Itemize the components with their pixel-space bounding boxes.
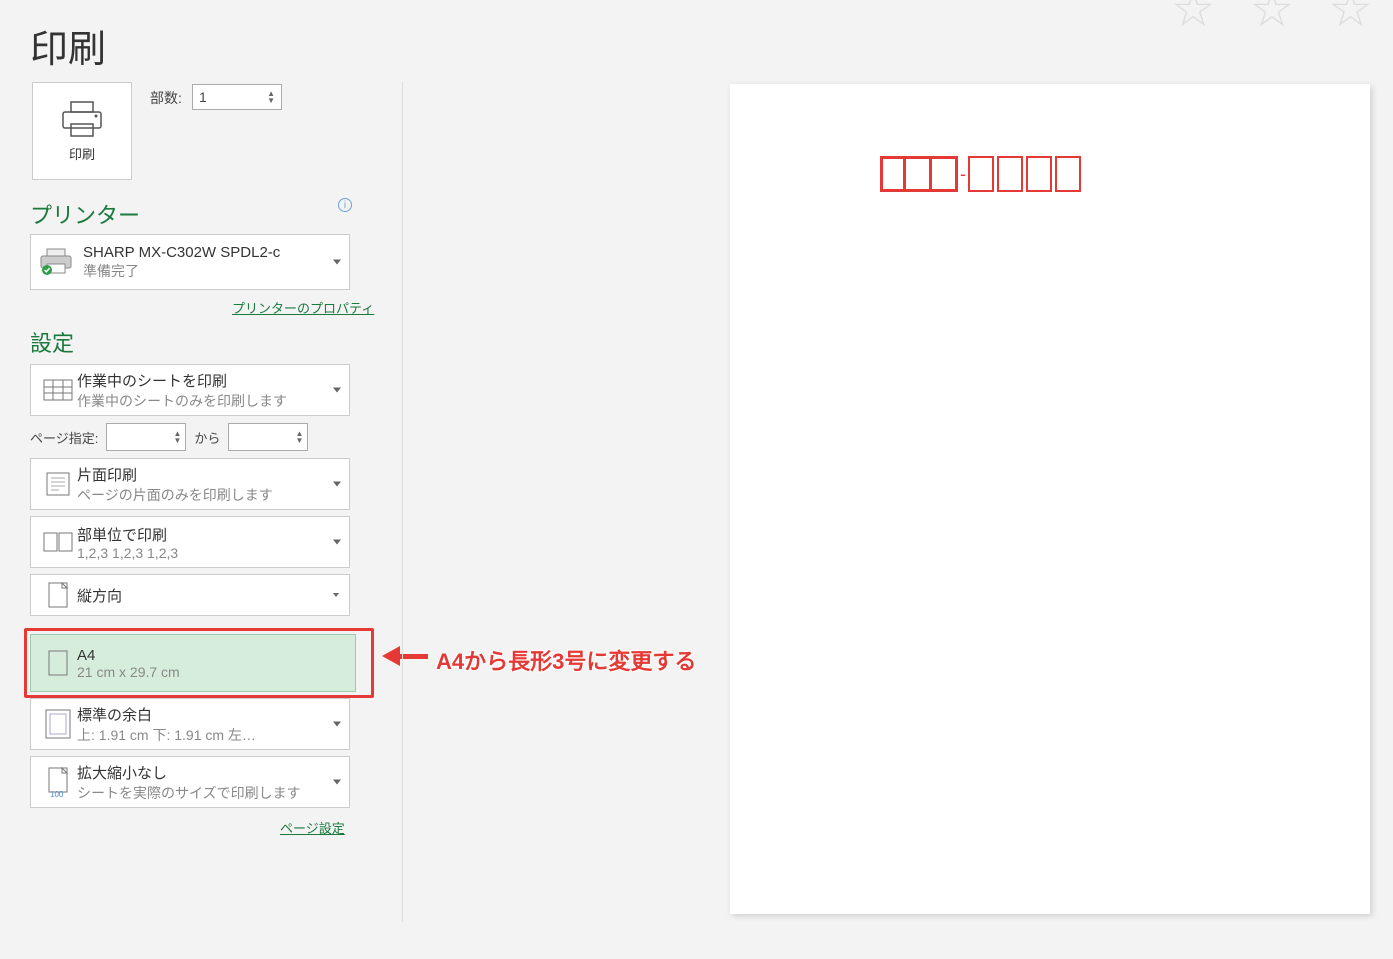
chevron-down-icon [333, 260, 341, 265]
scaling-title: 拡大縮小なし [77, 762, 341, 783]
pages-to-label: から [194, 428, 220, 447]
page-icon [39, 650, 77, 676]
margins-sub: 上: 1.91 cm 下: 1.91 cm 左… [77, 725, 341, 745]
chevron-down-icon [333, 388, 341, 393]
page-title: 印刷 [30, 18, 106, 73]
print-button-label: 印刷 [69, 144, 95, 163]
scaling-sub: シートを実際のサイズで印刷します [77, 783, 341, 803]
print-what-dropdown[interactable]: 作業中のシートを印刷 作業中のシートのみを印刷します [30, 364, 350, 416]
margins-icon [39, 709, 77, 739]
printer-section-title: プリンター [30, 198, 140, 230]
pages-label: ページ指定: [30, 428, 98, 447]
portrait-icon [39, 582, 77, 608]
collate-icon [39, 532, 77, 552]
margins-dropdown[interactable]: 標準の余白 上: 1.91 cm 下: 1.91 cm 左… [30, 698, 350, 750]
orientation-dropdown[interactable]: 縦方向 [30, 574, 350, 616]
print-preview [730, 84, 1370, 914]
print-what-title: 作業中のシートを印刷 [77, 370, 341, 391]
sides-sub: ページの片面のみを印刷します [77, 485, 341, 505]
paper-title: A4 [77, 647, 347, 664]
printer-dropdown[interactable]: SHARP MX-C302W SPDL2-c 準備完了 [30, 234, 350, 290]
sides-dropdown[interactable]: 片面印刷 ページの片面のみを印刷します [30, 458, 350, 510]
copies-value: 1 [199, 89, 207, 105]
collate-dropdown[interactable]: 部単位で印刷 1,2,3 1,2,3 1,2,3 [30, 516, 350, 568]
postal-code-boxes: - [880, 156, 1081, 192]
chevron-down-icon [333, 780, 341, 785]
one-side-icon [39, 471, 77, 497]
info-icon[interactable]: i [338, 198, 352, 212]
decorative-stars: ☆ ☆ ☆ [1171, 0, 1383, 38]
scaling-icon: 100 [39, 767, 77, 797]
printer-large-icon [59, 100, 105, 140]
copies-input[interactable]: 1 ▲▼ [192, 84, 282, 110]
settings-section-title: 設定 [30, 326, 74, 358]
chevron-down-icon [333, 540, 341, 545]
printer-icon [39, 248, 73, 276]
copies-label: 部数: [150, 88, 182, 108]
collate-sub: 1,2,3 1,2,3 1,2,3 [77, 545, 341, 561]
page-setup-link[interactable]: ページ設定 [280, 818, 345, 837]
pages-to-input[interactable]: ▲▼ [228, 423, 308, 451]
sides-title: 片面印刷 [77, 464, 341, 485]
pages-from-input[interactable]: ▲▼ [106, 423, 186, 451]
copies-spinner[interactable]: ▲▼ [267, 90, 275, 104]
print-what-sub: 作業中のシートのみを印刷します [77, 391, 341, 411]
chevron-down-icon [333, 482, 341, 487]
pages-row: ページ指定: ▲▼ から ▲▼ [30, 422, 350, 452]
printer-name: SHARP MX-C302W SPDL2-c [83, 244, 341, 261]
margins-title: 標準の余白 [77, 704, 341, 725]
printer-properties-link[interactable]: プリンターのプロパティ [232, 298, 374, 317]
chevron-down-icon [333, 722, 341, 727]
divider [402, 82, 403, 922]
orientation-title: 縦方向 [77, 585, 341, 606]
collate-title: 部単位で印刷 [77, 524, 341, 545]
annotation-arrow [382, 646, 428, 666]
paper-size-dropdown[interactable]: A4 21 cm x 29.7 cm [30, 634, 356, 692]
sheet-icon [39, 379, 77, 401]
chevron-down-icon [333, 593, 339, 597]
printer-status: 準備完了 [83, 261, 341, 281]
scaling-dropdown[interactable]: 100 拡大縮小なし シートを実際のサイズで印刷します [30, 756, 350, 808]
paper-sub: 21 cm x 29.7 cm [77, 664, 347, 680]
svg-text:100: 100 [50, 790, 64, 797]
annotation-text: A4から長形3号に変更する [436, 644, 696, 676]
print-button[interactable]: 印刷 [32, 82, 132, 180]
